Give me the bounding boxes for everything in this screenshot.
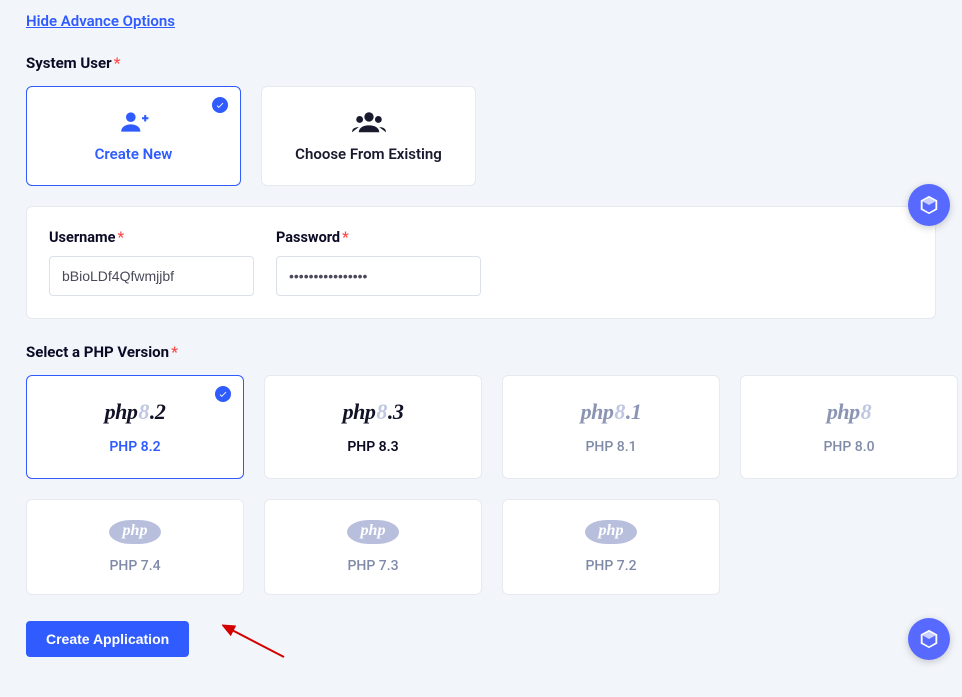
php-option-label: PHP 8.0 bbox=[823, 439, 874, 455]
php-option-8-3[interactable]: php8.3 PHP 8.3 bbox=[264, 375, 482, 479]
php-pill-icon: php bbox=[347, 520, 400, 544]
password-label: Password* bbox=[276, 229, 481, 246]
php-version-grid: php8.2 PHP 8.2 php8.3 PHP 8.3 php8.1 PHP… bbox=[26, 375, 936, 595]
cube-icon bbox=[918, 628, 940, 650]
required-asterisk: * bbox=[114, 54, 121, 72]
php-option-8-1[interactable]: php8.1 PHP 8.1 bbox=[502, 375, 720, 479]
users-group-icon bbox=[352, 109, 386, 135]
php-logo-icon: php8 bbox=[827, 399, 871, 425]
password-input[interactable] bbox=[276, 256, 481, 296]
credentials-panel: Username* Password* bbox=[26, 206, 936, 319]
selected-check-icon bbox=[215, 386, 231, 402]
php-option-8-2[interactable]: php8.2 PHP 8.2 bbox=[26, 375, 244, 479]
create-application-button[interactable]: Create Application bbox=[26, 621, 189, 657]
php-option-label: PHP 8.2 bbox=[109, 439, 160, 455]
help-fab-bottom[interactable] bbox=[908, 618, 950, 660]
php-option-7-2[interactable]: php PHP 7.2 bbox=[502, 499, 720, 595]
help-fab-top[interactable] bbox=[908, 184, 950, 226]
php-option-label: PHP 8.1 bbox=[585, 439, 636, 455]
php-option-label: PHP 8.3 bbox=[347, 439, 398, 455]
username-label: Username* bbox=[49, 229, 254, 246]
choose-existing-label: Choose From Existing bbox=[295, 145, 442, 163]
php-pill-icon: php bbox=[585, 520, 638, 544]
php-option-label: PHP 7.2 bbox=[585, 558, 636, 574]
system-user-options: Create New Choose From Existing bbox=[26, 86, 936, 186]
php-pill-icon: php bbox=[109, 520, 162, 544]
username-input[interactable] bbox=[49, 256, 254, 296]
php-logo-icon: php8.1 bbox=[581, 399, 642, 425]
user-plus-icon bbox=[118, 109, 150, 135]
cube-icon bbox=[918, 194, 940, 216]
hide-advance-link[interactable]: Hide Advance Options bbox=[26, 12, 175, 30]
php-option-label: PHP 7.4 bbox=[109, 558, 160, 574]
system-user-label: System User* bbox=[26, 54, 936, 72]
option-choose-existing[interactable]: Choose From Existing bbox=[261, 86, 476, 186]
option-create-new[interactable]: Create New bbox=[26, 86, 241, 186]
create-new-label: Create New bbox=[95, 145, 173, 163]
php-option-7-3[interactable]: php PHP 7.3 bbox=[264, 499, 482, 595]
php-option-label: PHP 7.3 bbox=[347, 558, 398, 574]
php-logo-icon: php8.3 bbox=[343, 399, 404, 425]
php-option-7-4[interactable]: php PHP 7.4 bbox=[26, 499, 244, 595]
php-version-label: Select a PHP Version* bbox=[26, 343, 936, 361]
selected-check-icon bbox=[212, 97, 228, 113]
php-logo-icon: php8.2 bbox=[105, 399, 166, 425]
annotation-arrow-icon bbox=[222, 623, 292, 663]
php-option-8-0[interactable]: php8 PHP 8.0 bbox=[740, 375, 958, 479]
